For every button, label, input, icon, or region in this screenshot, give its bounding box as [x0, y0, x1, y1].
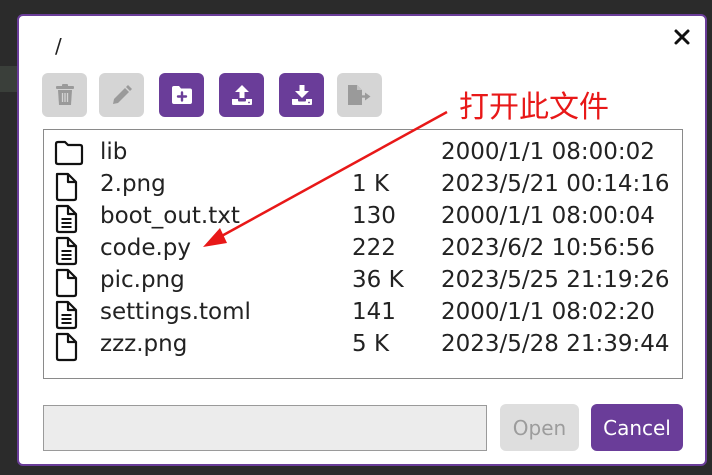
- annotation-label: 打开此文件: [459, 90, 609, 125]
- annotation-arrow: [203, 110, 448, 247]
